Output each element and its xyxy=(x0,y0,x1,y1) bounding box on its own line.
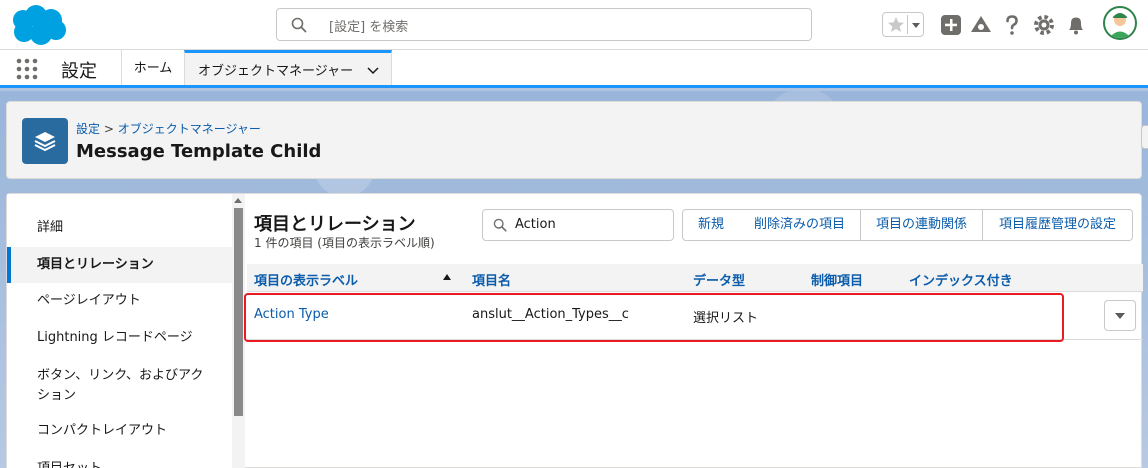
column-controlling-field[interactable]: 制御項目 xyxy=(811,270,863,289)
object-icon xyxy=(22,118,68,164)
layers-icon xyxy=(34,132,56,152)
sort-ascending-icon[interactable] xyxy=(443,274,451,280)
column-field-name[interactable]: 項目名 xyxy=(472,270,511,289)
favorites-group xyxy=(882,12,924,37)
column-indexed[interactable]: インデックス付き xyxy=(909,270,1013,289)
sidebar-item-buttons-links-actions[interactable]: ボタン、リンク、およびアクション xyxy=(7,366,232,406)
breadcrumb: 設定 > オブジェクトマネージャー xyxy=(76,120,261,137)
scroll-thumb[interactable] xyxy=(234,208,243,416)
section-subtitle: 1 件の項目 (項目の表示ラベル順) xyxy=(254,236,435,250)
fields-content: 項目とリレーション 1 件の項目 (項目の表示ラベル順) Action 新規 削… xyxy=(244,194,1143,468)
field-dependencies-button[interactable]: 項目の連動関係 xyxy=(860,209,983,241)
object-sidebar: 詳細 項目とリレーション ページレイアウト Lightning レコードページ … xyxy=(7,194,232,468)
utility-edge-tab[interactable] xyxy=(1141,125,1148,149)
help-icon[interactable] xyxy=(999,12,1025,38)
bell-icon[interactable] xyxy=(1063,12,1089,38)
sidebar-item-fields-relationships[interactable]: 項目とリレーション xyxy=(7,247,232,283)
highlight-box xyxy=(244,293,1064,342)
sidebar-item-lightning-record-pages[interactable]: Lightning レコードページ xyxy=(7,326,232,350)
search-placeholder: [設定] を検索 xyxy=(329,20,409,35)
sidebar-item-page-layouts[interactable]: ページレイアウト xyxy=(7,289,232,313)
avatar[interactable] xyxy=(1103,6,1137,40)
main-card: 詳細 項目とリレーション ページレイアウト Lightning レコードページ … xyxy=(6,193,1143,468)
chevron-down-icon xyxy=(912,23,920,28)
chevron-down-icon xyxy=(1115,313,1125,319)
context-bar: 設定 ホーム オブジェクトマネージャー xyxy=(0,50,1148,88)
field-label-link[interactable]: Action Type xyxy=(254,307,329,322)
sidebar-item-field-sets[interactable]: 項目セット xyxy=(7,457,232,468)
scroll-up-arrow-icon[interactable] xyxy=(234,198,242,203)
star-icon[interactable] xyxy=(886,15,906,35)
search-icon xyxy=(493,218,507,232)
section-title: 項目とリレーション xyxy=(254,214,416,235)
tab-object-manager-label: オブジェクトマネージャー xyxy=(198,64,354,79)
tab-home[interactable]: ホーム xyxy=(122,50,184,85)
favorites-dropdown[interactable] xyxy=(907,15,923,34)
deleted-fields-button[interactable]: 削除済みの項目 xyxy=(739,209,861,241)
page-header: 設定 > オブジェクトマネージャー Message Template Child xyxy=(6,101,1142,179)
search-icon xyxy=(291,17,307,33)
global-header: [設定] を検索 xyxy=(0,0,1148,50)
chevron-down-icon[interactable] xyxy=(366,63,380,77)
breadcrumb-separator: > xyxy=(100,122,118,136)
salesforce-logo[interactable] xyxy=(8,4,68,46)
global-search-input[interactable]: [設定] を検索 xyxy=(276,8,812,41)
user-avatar-icon xyxy=(1109,13,1131,38)
breadcrumb-link-object-manager[interactable]: オブジェクトマネージャー xyxy=(118,122,261,136)
column-data-type[interactable]: データ型 xyxy=(693,270,745,289)
field-history-tracking-button[interactable]: 項目履歴管理の設定 xyxy=(982,209,1133,241)
app-name: 設定 xyxy=(61,61,97,82)
tab-object-manager[interactable]: オブジェクトマネージャー xyxy=(184,50,392,85)
trailhead-icon[interactable] xyxy=(968,12,994,38)
app-launcher-icon[interactable] xyxy=(16,58,38,80)
table-row: Action Type anslut__Action_Types__c 選択リス… xyxy=(244,292,1143,342)
quick-find-input[interactable]: Action xyxy=(482,209,674,241)
table-header: 項目の表示ラベル 項目名 データ型 制御項目 インデックス付き xyxy=(247,264,1143,292)
row-actions-button[interactable] xyxy=(1104,300,1136,331)
sidebar-item-details[interactable]: 詳細 xyxy=(7,216,232,240)
quick-find-value: Action xyxy=(515,217,556,232)
field-api-name: anslut__Action_Types__c xyxy=(472,307,629,322)
sidebar-item-compact-layouts[interactable]: コンパクトレイアウト xyxy=(7,419,232,443)
field-data-type: 選択リスト xyxy=(693,311,759,326)
gear-icon[interactable] xyxy=(1031,12,1057,38)
breadcrumb-link-setup[interactable]: 設定 xyxy=(76,122,100,136)
new-button[interactable]: 新規 xyxy=(682,209,740,241)
column-field-label[interactable]: 項目の表示ラベル xyxy=(254,270,358,289)
page-title: Message Template Child xyxy=(76,141,322,162)
plus-icon[interactable] xyxy=(938,12,964,38)
